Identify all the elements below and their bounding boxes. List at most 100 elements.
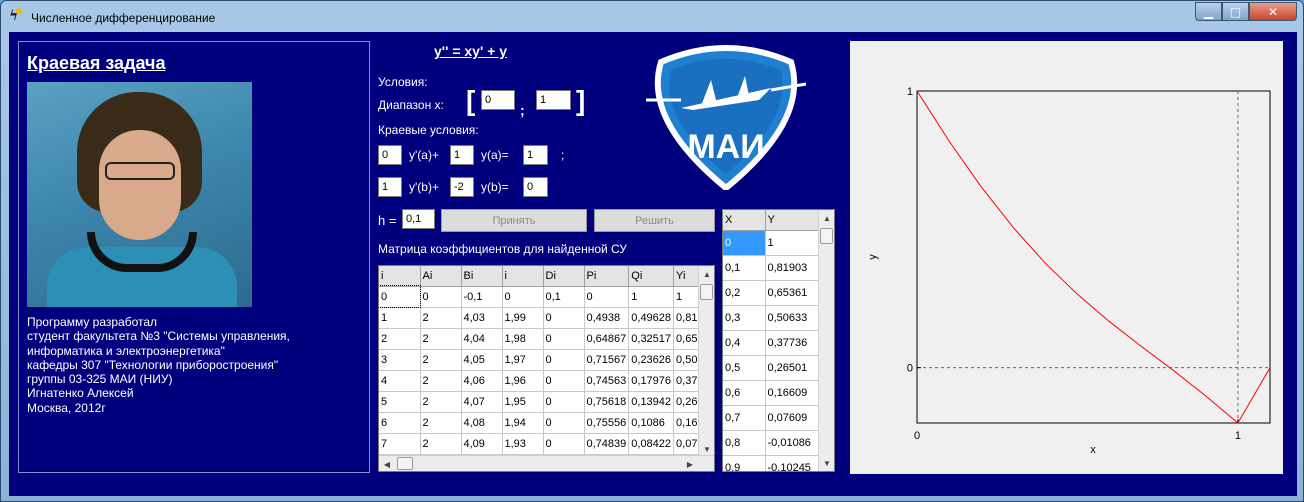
coef-cell[interactable]: 4,06	[461, 370, 503, 392]
coef-cell[interactable]: 0,71567	[584, 349, 630, 371]
table-row[interactable]: 0,8 -0,01086	[723, 430, 820, 456]
coef-grid[interactable]: i Ai Bi i Di Pi Qi Yi 0 0 -0,1 0 0,1 0 1 1 1 2 4,03 1,99 0 0…	[378, 265, 715, 472]
coef-b3-input[interactable]	[523, 177, 548, 197]
xy-cell[interactable]: 0,6	[723, 380, 766, 406]
coef-cell[interactable]: 2	[420, 307, 462, 329]
coef-a2-input[interactable]	[450, 145, 474, 165]
table-row[interactable]: 7 2 4,09 1,93 0 0,74839 0,08422 0,076	[379, 433, 708, 455]
table-row[interactable]: 6 2 4,08 1,94 0 0,75556 0,1086 0,166	[379, 412, 708, 434]
table-row[interactable]: 0,1 0,81903	[723, 255, 820, 281]
coef-cell[interactable]: 1,96	[502, 370, 544, 392]
coef-cell[interactable]: 4,03	[461, 307, 503, 329]
coef-hscroll[interactable]: ◀ ▶	[379, 455, 714, 471]
coef-cell[interactable]: 0	[543, 433, 585, 455]
coef-cell[interactable]: 0	[543, 391, 585, 413]
coef-cell[interactable]: 1,93	[502, 433, 544, 455]
xy-cell[interactable]: 0,8	[723, 430, 766, 456]
coef-cell[interactable]: 1,95	[502, 391, 544, 413]
xy-cell[interactable]: 0,07609	[765, 405, 820, 431]
coef-cell[interactable]: -0,1	[461, 286, 503, 308]
coef-header[interactable]: i	[502, 266, 544, 287]
table-row[interactable]: 0,4 0,37736	[723, 330, 820, 356]
coef-header[interactable]: Pi	[584, 266, 630, 287]
xy-cell[interactable]: 0,2	[723, 280, 766, 306]
coef-header[interactable]: Ai	[420, 266, 462, 287]
coef-cell[interactable]: 0,75556	[584, 412, 630, 434]
step-input[interactable]	[402, 209, 435, 229]
coef-cell[interactable]: 0	[543, 370, 585, 392]
xy-cell[interactable]: 0,1	[723, 255, 766, 281]
xy-header[interactable]: X	[723, 210, 766, 231]
table-row[interactable]: 0 0 -0,1 0 0,1 0 1 1	[379, 285, 708, 308]
coef-cell[interactable]: 2	[420, 391, 462, 413]
xy-cell[interactable]: 0,7	[723, 405, 766, 431]
coef-cell[interactable]: 2	[420, 370, 462, 392]
coef-cell[interactable]: 0	[420, 286, 462, 308]
xy-vscroll[interactable]: ▲ ▼	[818, 210, 834, 471]
xy-cell[interactable]: 0,16609	[765, 380, 820, 406]
coef-cell[interactable]: 2	[420, 433, 462, 455]
xy-header[interactable]: Y	[765, 210, 820, 231]
table-row[interactable]: 0,9 -0,10245	[723, 455, 820, 471]
xy-grid[interactable]: XY 0 1 0,1 0,81903 0,2 0,65361 0,3 0,50633 0,4 0,…	[722, 209, 835, 472]
coef-b1-input[interactable]	[378, 177, 402, 197]
coef-cell[interactable]: 0	[543, 412, 585, 434]
coef-cell[interactable]: 0,75618	[584, 391, 630, 413]
xy-cell[interactable]: 0,26501	[765, 355, 820, 381]
coef-cell[interactable]: 0	[543, 349, 585, 371]
xy-cell[interactable]: 0,65361	[765, 280, 820, 306]
coef-cell[interactable]: 1,94	[502, 412, 544, 434]
coef-cell[interactable]: 2	[420, 412, 462, 434]
coef-b2-input[interactable]	[450, 177, 474, 197]
coef-vscroll[interactable]: ▲ ▼	[698, 266, 714, 457]
table-row[interactable]: 4 2 4,06 1,96 0 0,74563 0,17976 0,377	[379, 370, 708, 392]
coef-cell[interactable]: 0,4938	[584, 307, 630, 329]
coef-header[interactable]: Di	[543, 266, 585, 287]
coef-cell[interactable]: 0,23626	[628, 349, 675, 371]
coef-cell[interactable]: 6	[379, 412, 421, 434]
coef-cell[interactable]: 0,74563	[584, 370, 630, 392]
maximize-button[interactable]: □	[1222, 2, 1249, 21]
coef-cell[interactable]: 4,08	[461, 412, 503, 434]
coef-cell[interactable]: 4	[379, 370, 421, 392]
coef-cell[interactable]: 2	[379, 328, 421, 350]
coef-header[interactable]: Bi	[461, 266, 503, 287]
coef-cell[interactable]: 4,04	[461, 328, 503, 350]
table-row[interactable]: 2 2 4,04 1,98 0 0,64867 0,32517 0,653	[379, 328, 708, 350]
xy-cell[interactable]: 0,4	[723, 330, 766, 356]
coef-header[interactable]: i	[379, 266, 421, 287]
xy-cell[interactable]: 0,81903	[765, 255, 820, 281]
coef-cell[interactable]: 7	[379, 433, 421, 455]
xy-cell[interactable]: 0,3	[723, 305, 766, 331]
title-bar[interactable]: ϟ Численное дифференцирование ▁ □ ✕	[1, 1, 1303, 31]
coef-cell[interactable]: 1,97	[502, 349, 544, 371]
coef-cell[interactable]: 0,64867	[584, 328, 630, 350]
coef-cell[interactable]: 0,74839	[584, 433, 630, 455]
xy-cell[interactable]: 0,5	[723, 355, 766, 381]
coef-cell[interactable]: 0	[543, 328, 585, 350]
coef-cell[interactable]: 0	[543, 307, 585, 329]
table-row[interactable]: 1 2 4,03 1,99 0 0,4938 0,49628 0,819	[379, 307, 708, 329]
coef-cell[interactable]: 1	[628, 286, 675, 308]
coef-a1-input[interactable]	[378, 145, 402, 165]
solve-button[interactable]: Решить	[594, 209, 715, 232]
coef-a3-input[interactable]	[523, 145, 548, 165]
table-row[interactable]: 01	[723, 230, 820, 256]
xy-cell[interactable]: 0,50633	[765, 305, 820, 331]
coef-cell[interactable]: 0	[584, 286, 630, 308]
coef-cell[interactable]: 1,98	[502, 328, 544, 350]
coef-cell[interactable]: 4,07	[461, 391, 503, 413]
xy-cell[interactable]: 0	[723, 230, 766, 256]
table-row[interactable]: 0,3 0,50633	[723, 305, 820, 331]
coef-cell[interactable]: 0,49628	[628, 307, 675, 329]
table-row[interactable]: 3 2 4,05 1,97 0 0,71567 0,23626 0,506	[379, 349, 708, 371]
table-row[interactable]: 0,7 0,07609	[723, 405, 820, 431]
coef-cell[interactable]: 4,09	[461, 433, 503, 455]
xy-cell[interactable]: -0,10245	[765, 455, 820, 471]
coef-cell[interactable]: 0,32517	[628, 328, 675, 350]
minimize-button[interactable]: ▁	[1195, 2, 1222, 21]
accept-button[interactable]: Принять	[441, 209, 587, 232]
table-row[interactable]: 5 2 4,07 1,95 0 0,75618 0,13942 0,265	[379, 391, 708, 413]
table-row[interactable]: 0,2 0,65361	[723, 280, 820, 306]
xy-cell[interactable]: 0,9	[723, 455, 766, 471]
